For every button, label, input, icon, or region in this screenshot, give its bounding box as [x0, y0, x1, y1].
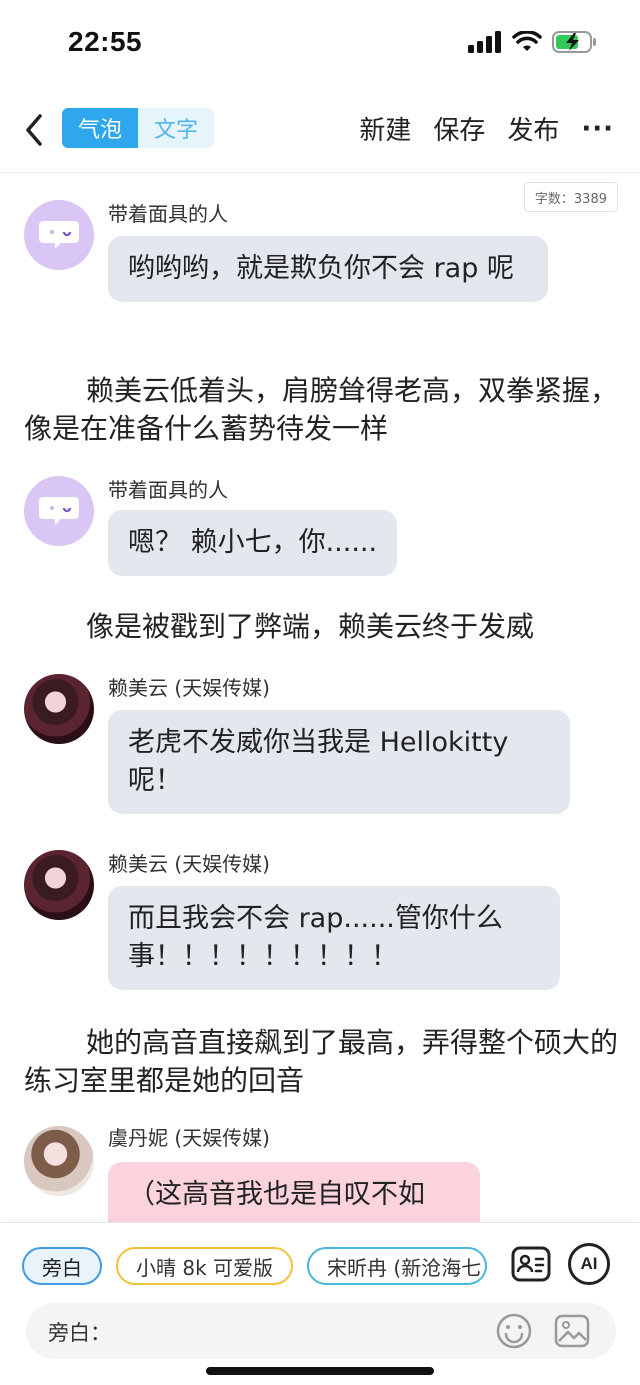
avatar[interactable]	[24, 200, 94, 270]
contact-card-icon[interactable]	[510, 1243, 552, 1285]
input-speaker-label: 旁白：	[48, 1321, 111, 1345]
more-button[interactable]: ···	[581, 114, 614, 144]
message-bubble[interactable]: 而且我会不会 rap......管你什么事！！！！！！！！！	[108, 886, 560, 990]
word-count-badge: 字数：3389	[523, 182, 618, 212]
bottom-composer: 旁白 小晴 8k 可爱版 宋昕冉 (新沧海七 AI 旁白：	[0, 1222, 640, 1385]
status-bar: 22:55	[0, 0, 640, 86]
message-bubble[interactable]: 嗯？ 赖小七，你......	[108, 510, 398, 576]
message-bubble[interactable]: （这高音我也是自叹不如	[108, 1162, 480, 1222]
mode-segmented-control: 气泡 文字	[62, 108, 214, 148]
narration-text[interactable]: 她的高音直接飙到了最高，弄得整个硕大的练习室里都是她的回音	[24, 1024, 624, 1100]
tab-text[interactable]: 文字	[138, 108, 214, 148]
battery-charging-icon	[552, 31, 596, 53]
mask-face-icon	[39, 497, 79, 525]
status-icons	[468, 30, 598, 54]
speaker-name: 虞丹妮 (天娱传媒)	[108, 1126, 270, 1150]
emoji-icon[interactable]	[494, 1311, 534, 1351]
nav-divider	[0, 172, 640, 173]
narration-text[interactable]: 像是被戳到了弊端，赖美云终于发威	[24, 608, 624, 646]
message-bubble[interactable]: 哟哟哟，就是欺负你不会 rap 呢	[108, 236, 548, 302]
back-icon[interactable]	[20, 110, 50, 150]
story-content: 带着面具的人 哟哟哟，就是欺负你不会 rap 呢 赖美云低着头，肩膀耸得老高，双…	[0, 190, 640, 1222]
speaker-name: 赖美云 (天娱传媒)	[108, 852, 270, 876]
new-button[interactable]: 新建	[359, 110, 411, 147]
ai-button[interactable]: AI	[568, 1243, 610, 1285]
image-icon[interactable]	[552, 1311, 592, 1351]
chip-character[interactable]: 宋昕冉 (新沧海七	[307, 1247, 488, 1285]
text-input[interactable]: 旁白：	[26, 1303, 616, 1359]
avatar[interactable]	[24, 674, 94, 744]
message-bubble[interactable]: 老虎不发威你当我是 Hellokitty 呢！	[108, 710, 570, 814]
chip-narration[interactable]: 旁白	[22, 1247, 102, 1285]
save-button[interactable]: 保存	[433, 110, 485, 147]
tab-bubble[interactable]: 气泡	[62, 108, 138, 148]
speaker-name: 赖美云 (天娱传媒)	[108, 676, 270, 700]
chip-character[interactable]: 小晴 8k 可爱版	[116, 1247, 294, 1285]
nav-bar: 气泡 文字 新建 保存 发布 ···	[0, 96, 640, 168]
speaker-name: 带着面具的人	[108, 202, 228, 226]
mask-face-icon	[39, 221, 79, 249]
signal-icon	[468, 31, 501, 53]
status-time: 22:55	[68, 26, 143, 57]
character-chips: 旁白 小晴 8k 可爱版 宋昕冉 (新沧海七	[22, 1247, 492, 1285]
nav-actions: 新建 保存 发布 ···	[359, 110, 614, 147]
wifi-icon	[512, 31, 542, 51]
avatar[interactable]	[24, 476, 94, 546]
avatar[interactable]	[24, 850, 94, 920]
narration-text[interactable]: 赖美云低着头，肩膀耸得老高，双拳紧握，像是在准备什么蓄势待发一样	[24, 372, 624, 448]
home-indicator	[206, 1367, 434, 1375]
avatar[interactable]	[24, 1126, 94, 1196]
publish-button[interactable]: 发布	[507, 110, 559, 147]
speaker-name: 带着面具的人	[108, 478, 228, 502]
